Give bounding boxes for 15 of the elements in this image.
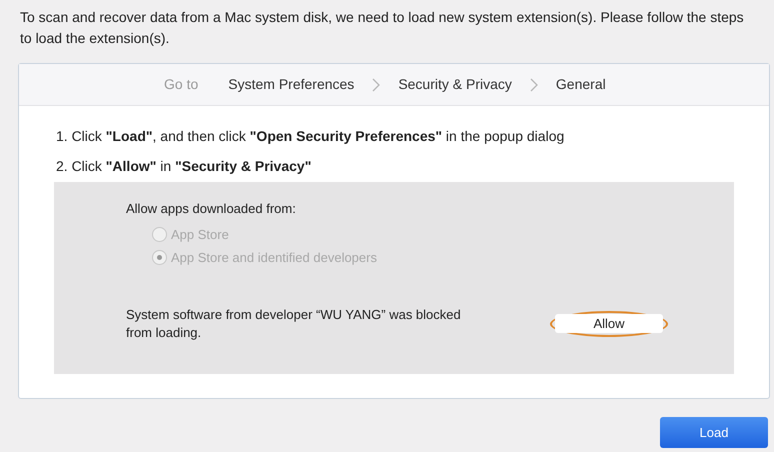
radio-label: App Store — [171, 226, 229, 244]
allow-button[interactable]: Allow — [550, 310, 668, 336]
preview-heading: Allow apps downloaded from: — [126, 200, 297, 218]
chevron-right-icon — [530, 78, 538, 92]
chevron-right-icon — [372, 78, 380, 92]
breadcrumb-item: System Preferences — [228, 75, 354, 94]
blocked-message: System software from developer “WU YANG” was blocked from loading. — [126, 306, 462, 342]
breadcrumb-item: General — [556, 75, 606, 94]
breadcrumb-prefix: Go to — [164, 75, 198, 94]
load-button[interactable]: Load — [660, 417, 768, 448]
radio-label: App Store and identified developers — [171, 249, 377, 267]
breadcrumb-item: Security & Privacy — [398, 75, 512, 94]
intro-text: To scan and recover data from a Mac system disk, we need to load new system extension(s). Please follow the steps to load the extension(s). — [19, 8, 745, 48]
step-text: 1. Click "Load", and then click "Open Security Preferences" in the popup dialog — [56, 127, 566, 146]
step-text: 2. Click "Allow" in "Security & Privacy" — [56, 157, 312, 176]
